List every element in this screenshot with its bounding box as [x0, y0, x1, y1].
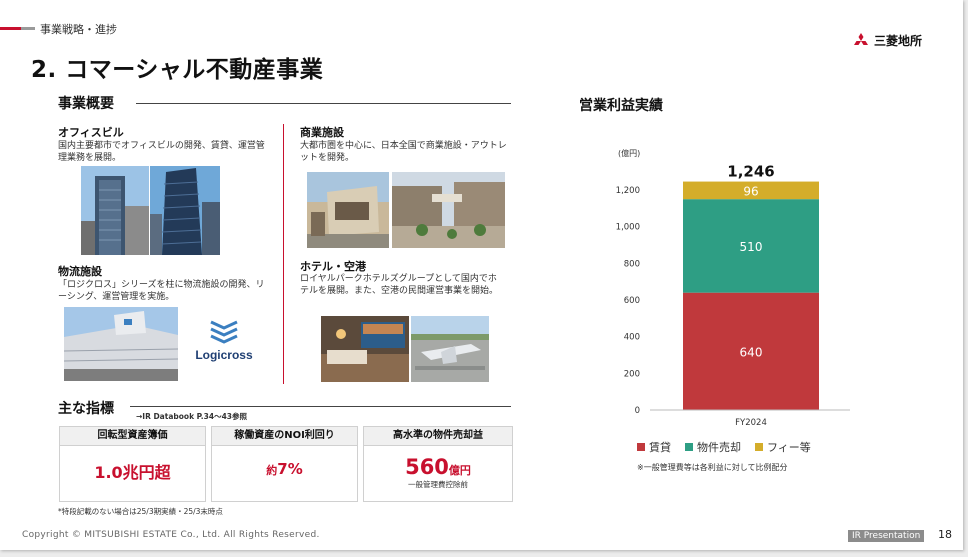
- y-tick-label: 0: [635, 406, 640, 416]
- logo-text: 三菱地所: [874, 34, 923, 48]
- indicator-2-value: 7%: [277, 460, 303, 478]
- bar-value-label: 510: [740, 240, 763, 254]
- indicator-2-value-line: 約7%: [212, 459, 357, 478]
- commercial-photo-2: [392, 172, 505, 248]
- logistics-desc: 「ロジクロス」シリーズを柱に物流施設の開発、リーシング、運営管理を実施。: [58, 280, 265, 302]
- y-tick-label: 800: [624, 259, 640, 269]
- legend-label-fees: フィー等: [767, 441, 811, 454]
- bar-value-label: 640: [740, 345, 763, 359]
- slide: 事業戦略・進捗 2. コマーシャル不動産事業 三菱地所 事業概要 オフィスビル …: [0, 0, 963, 550]
- indicator-2-prefix: 約: [266, 464, 278, 477]
- office-title: オフィスビル: [58, 126, 124, 139]
- logicross-logo: Logicross: [190, 318, 258, 362]
- commercial-photo-1: [307, 172, 389, 248]
- breadcrumb: 事業戦略・進捗: [40, 23, 117, 36]
- page-number: 18: [938, 528, 952, 541]
- legend-swatch-property-sales: [685, 443, 693, 451]
- indicator-2-value-box: 約7%: [211, 445, 358, 502]
- commercial-title: 商業施設: [300, 126, 344, 139]
- logicross-mark-icon: [210, 320, 238, 344]
- chart-note: ※一般管理費等は各利益に対して比例配分: [637, 463, 788, 472]
- office-photo-2: [150, 166, 220, 255]
- hotel-photo: [321, 316, 409, 382]
- commercial-desc: 大都市圏を中心に、日本全国で商業施設・アウトレットを開発。: [300, 141, 507, 163]
- overview-heading: 事業概要: [58, 96, 114, 112]
- hotel-desc: ロイヤルパークホテルズグループとして国内でホテルを展開。また、空港の民間運営事業…: [300, 274, 499, 296]
- indicators-heading-rule: [130, 406, 511, 407]
- indicator-1-label: 回転型資産簿価: [59, 426, 206, 446]
- ir-presentation-badge: IR Presentation: [848, 530, 925, 542]
- y-unit-label: (億円): [618, 148, 640, 158]
- operating-income-chart: (億円) 0 200 400 600 800 1,000 1,200 640 510 96 1,246…: [616, 148, 850, 428]
- office-desc: 国内主要都市でオフィスビルの開発、賃貸、運営管理業務を展開。: [58, 141, 265, 163]
- indicator-1-value-box: 1.0兆円超: [59, 445, 206, 502]
- legend-label-property-sales: 物件売却: [697, 441, 741, 454]
- header-accent-gray: [21, 27, 35, 30]
- copyright: Copyright © MITSUBISHI ESTATE Co., Ltd. …: [22, 530, 320, 540]
- legend-label-rental: 賃貸: [649, 441, 671, 454]
- chart-title: 営業利益実績: [579, 98, 663, 114]
- y-tick-label: 1,000: [616, 223, 640, 233]
- three-diamonds-icon: [854, 32, 868, 45]
- indicators-heading: 主な指標: [58, 401, 114, 417]
- header-accent-red: [0, 27, 21, 30]
- chart-legend: 賃貸 物件売却 フィー等: [637, 439, 811, 455]
- bar-total-label: 1,246: [727, 163, 774, 181]
- legend-item-fees: フィー等: [755, 439, 811, 455]
- indicator-3-value-box: 560億円 一般管理費控除前: [363, 445, 513, 502]
- y-tick-label: 400: [624, 333, 640, 343]
- indicator-3-sub: 一般管理費控除前: [408, 480, 468, 489]
- logicross-wordmark: Logicross: [195, 348, 253, 362]
- legend-item-property-sales: 物件売却: [685, 439, 741, 455]
- indicators-note: *特段記載のない場合は25/3期実績・25/3末時点: [58, 507, 223, 516]
- x-category-label: FY2024: [735, 418, 767, 428]
- office-photo-1: [81, 166, 149, 255]
- indicator-2-label: 稼働資産のNOI利回り: [211, 426, 358, 446]
- column-divider: [283, 124, 284, 384]
- legend-item-rental: 賃貸: [637, 439, 671, 455]
- logistics-photo: [64, 307, 178, 381]
- indicator-3-value: 560: [405, 455, 449, 479]
- indicator-3-unit: 億円: [448, 464, 471, 477]
- overview-heading-rule: [136, 103, 511, 104]
- legend-swatch-fees: [755, 443, 763, 451]
- y-tick-label: 1,200: [616, 186, 640, 196]
- indicators-reference: →IR Databook P.34～43参照: [136, 412, 248, 421]
- legend-swatch-rental: [637, 443, 645, 451]
- page-title: 2. コマーシャル不動産事業: [31, 57, 324, 83]
- company-logo: 三菱地所: [852, 32, 922, 49]
- indicator-3-label: 高水準の物件売却益: [363, 426, 513, 446]
- y-tick-label: 600: [624, 296, 640, 306]
- airport-photo: [411, 316, 489, 382]
- hotel-title: ホテル・空港: [300, 260, 366, 273]
- indicator-1-value: 1.0兆円超: [94, 463, 171, 482]
- y-tick-label: 200: [624, 369, 640, 379]
- indicator-3-value-line: 560億円: [364, 455, 512, 479]
- bar-value-label: 96: [743, 184, 758, 198]
- logistics-title: 物流施設: [58, 265, 102, 278]
